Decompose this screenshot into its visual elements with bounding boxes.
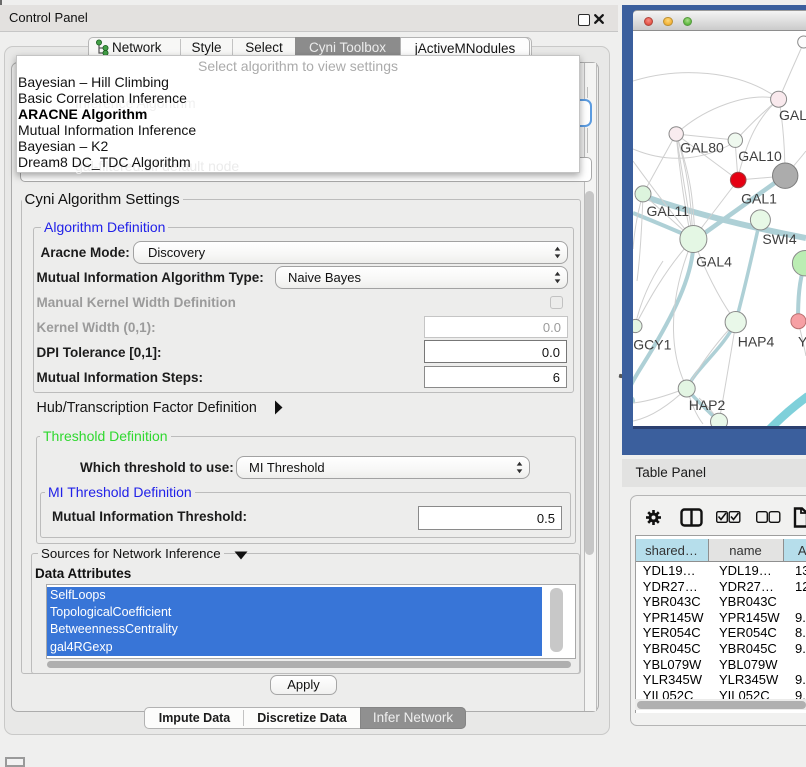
svg-text:HAP4: HAP4 (738, 334, 775, 350)
svg-text:GAL11: GAL11 (647, 203, 690, 219)
svg-text:SWI4: SWI4 (762, 231, 796, 247)
svg-text:GCY1: GCY1 (633, 337, 671, 353)
svg-text:GAL10: GAL10 (738, 148, 782, 164)
svg-text:GAL4: GAL4 (696, 254, 732, 270)
svg-text:GAL2: GAL2 (779, 107, 806, 123)
svg-text:HAP2: HAP2 (689, 397, 726, 413)
svg-text:GAL1: GAL1 (741, 191, 777, 207)
svg-text:YJ: YJ (798, 334, 806, 350)
svg-text:GAL80: GAL80 (680, 140, 724, 156)
